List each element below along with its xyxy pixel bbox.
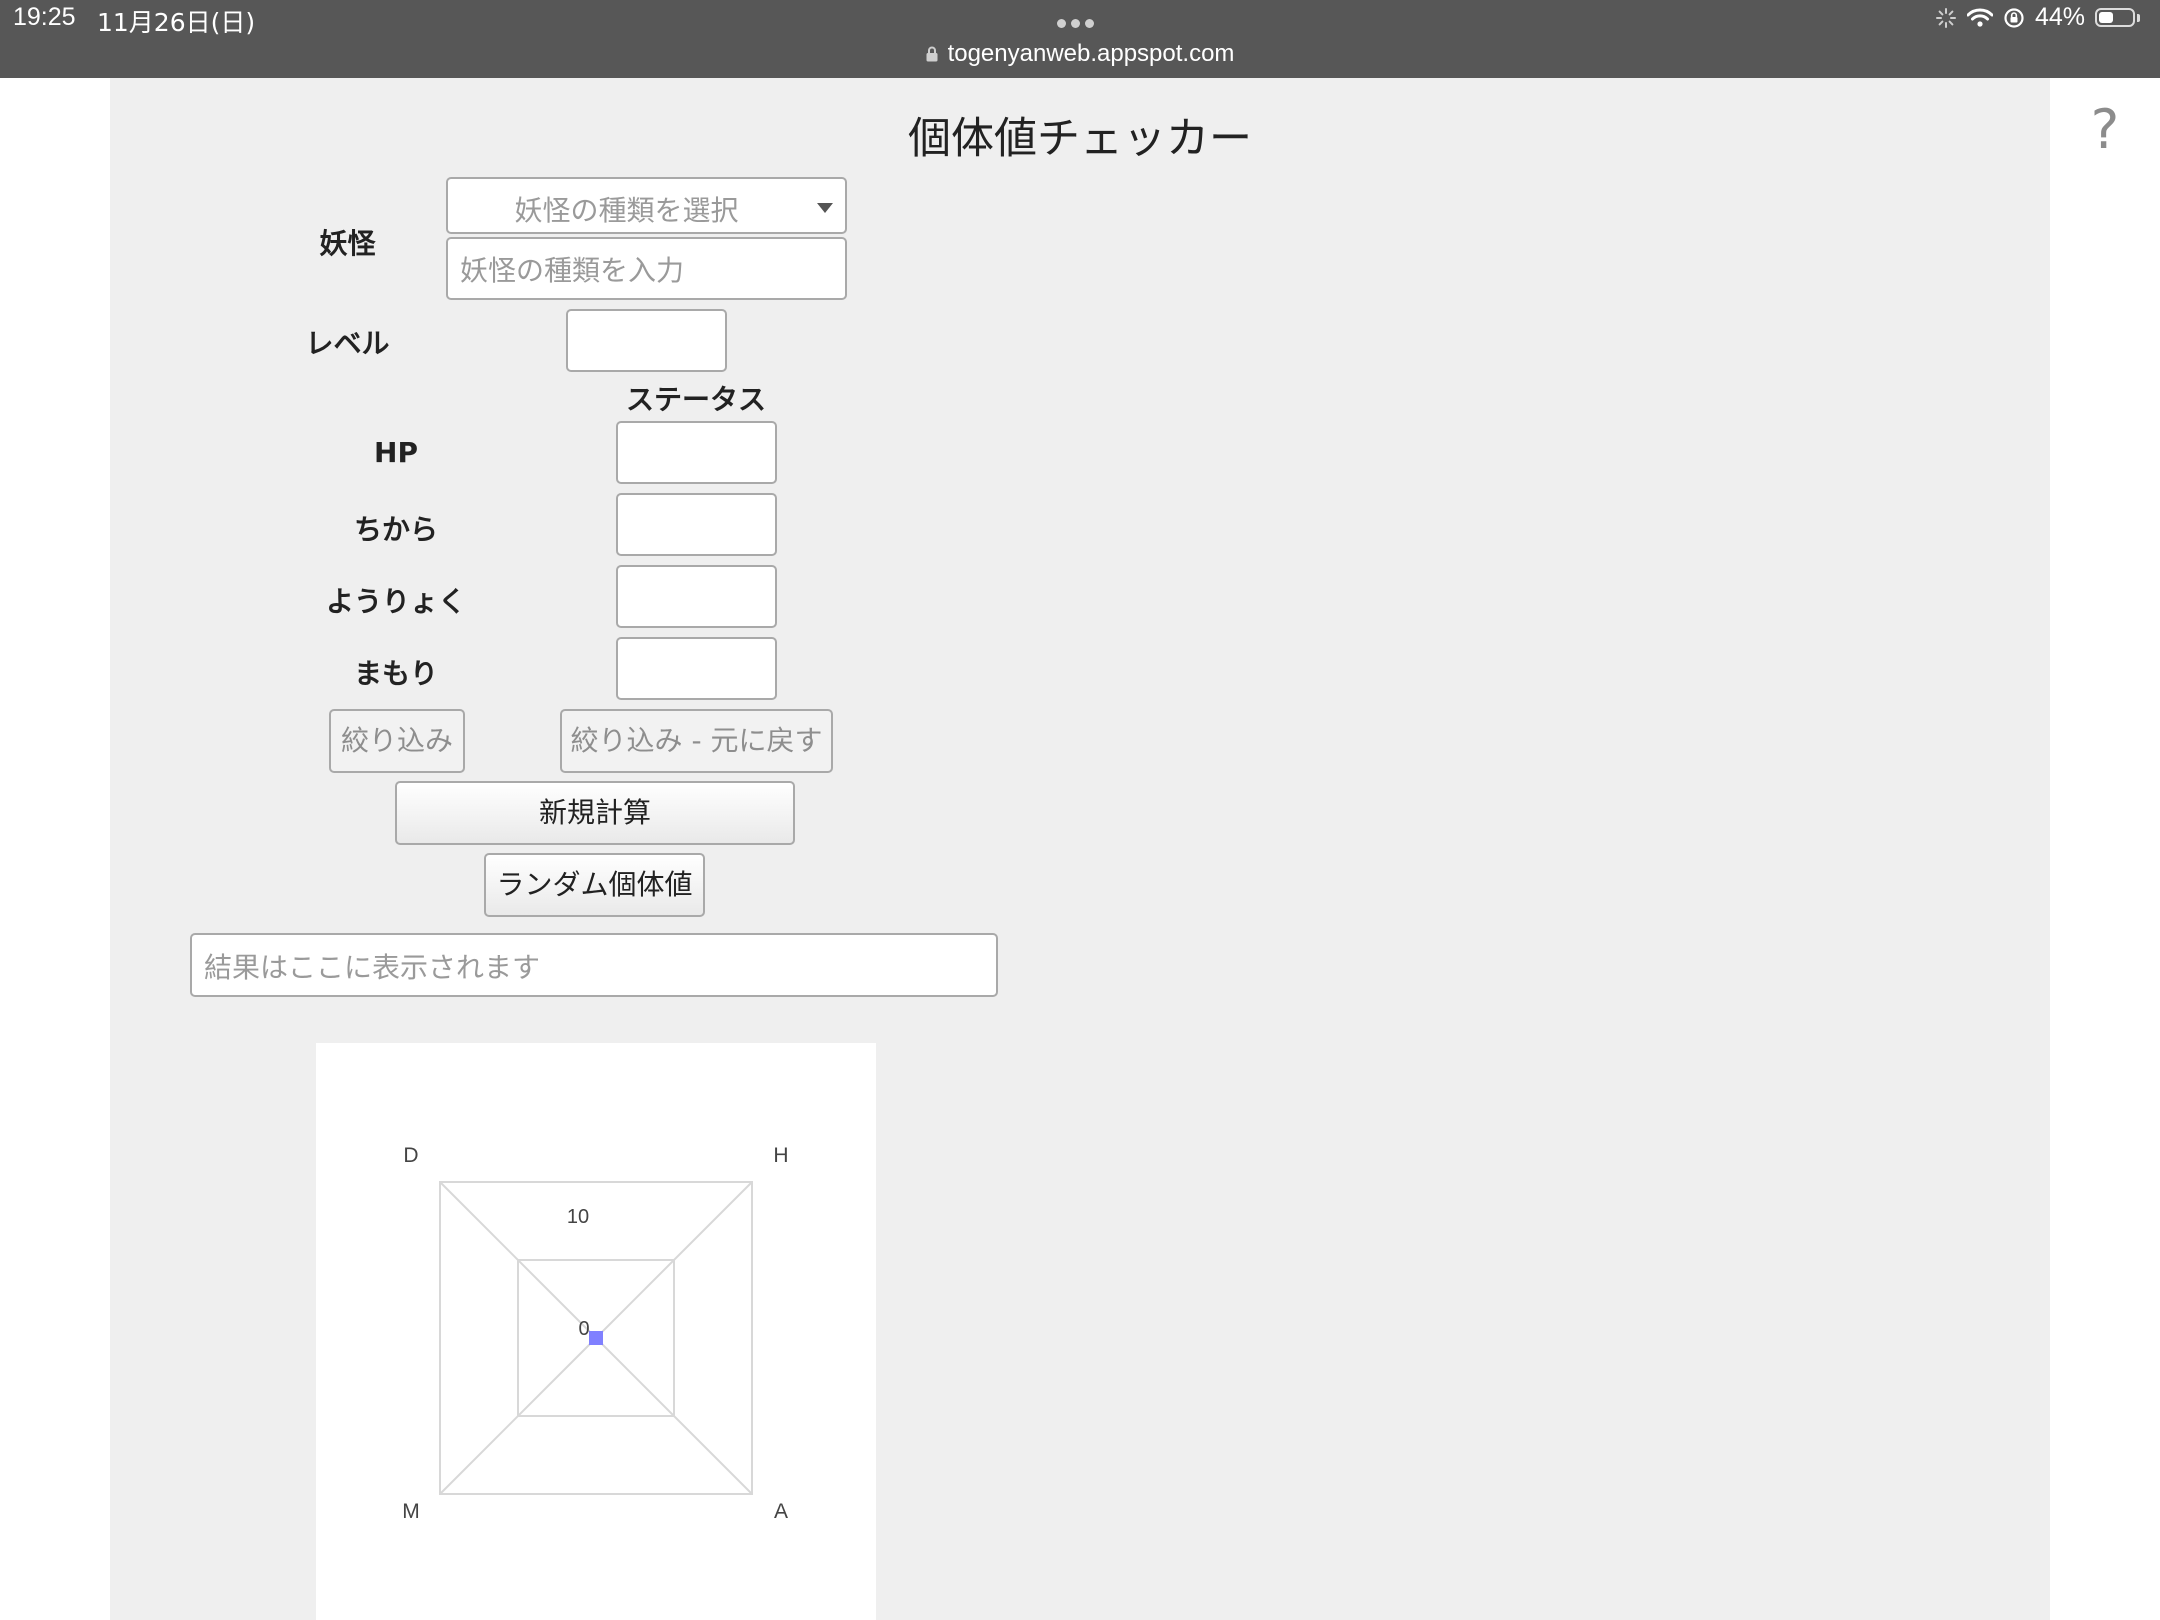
stat-input-chikara[interactable] — [616, 493, 777, 556]
status-indicators: 44% — [1935, 3, 2140, 32]
new-calc-button[interactable]: 新規計算 — [395, 781, 795, 845]
youkai-type-select[interactable]: 妖怪の種類を選択 — [446, 177, 847, 234]
radar-chart: H A M D 0 10 — [402, 1144, 788, 1523]
status-time: 19:25 — [13, 3, 76, 31]
youkai-label: 妖怪 — [319, 227, 376, 260]
status-bar: 19:25 11月26日(日) togenyanweb.appspot.com — [0, 0, 2160, 78]
url-text: togenyanweb.appspot.com — [947, 40, 1235, 67]
battery-percent: 44% — [2034, 3, 2085, 31]
chevron-down-icon — [817, 203, 833, 213]
result-placeholder: 結果はここに表示されます — [204, 951, 541, 984]
help-icon[interactable]: ? — [2085, 100, 2125, 160]
stat-input-hp[interactable] — [616, 421, 777, 484]
battery-icon — [2095, 8, 2135, 27]
radar-point-D — [589, 1331, 603, 1345]
url-bar[interactable]: togenyanweb.appspot.com — [0, 40, 2160, 68]
page-title: 個体値チェッカー — [908, 114, 1252, 164]
filter-reset-button[interactable]: 絞り込み - 元に戻す — [560, 709, 833, 773]
status-header: ステータス — [625, 383, 766, 416]
radar-axis-label-M: M — [402, 1500, 420, 1523]
youkai-select-placeholder: 妖怪の種類を選択 — [514, 194, 739, 227]
radar-ring-label-0: 0 — [578, 1318, 589, 1340]
status-date: 11月26日(日) — [97, 8, 256, 37]
stat-label-youryoku: ようりょく — [325, 585, 466, 618]
battery-tip — [2137, 13, 2140, 22]
radar-axis-label-D: D — [403, 1144, 418, 1167]
more-dots-icon[interactable] — [1057, 13, 1099, 32]
stat-label-hp: HP — [374, 436, 418, 469]
stat-label-chikara: ちから — [353, 513, 438, 546]
radar-axis-label-H: H — [773, 1144, 788, 1167]
loading-spinner-icon — [1935, 7, 1956, 28]
stat-label-mamori: まもり — [353, 657, 438, 690]
youkai-input-placeholder: 妖怪の種類を入力 — [460, 254, 685, 287]
level-label: レベル — [305, 327, 390, 360]
radar-axis-label-A: A — [774, 1500, 788, 1523]
rotation-lock-icon — [2004, 7, 2024, 28]
random-iv-button[interactable]: ランダム個体値 — [484, 853, 705, 917]
stat-input-youryoku[interactable] — [616, 565, 777, 628]
level-input[interactable] — [566, 309, 727, 372]
lock-icon — [926, 46, 938, 62]
stat-input-mamori[interactable] — [616, 637, 777, 700]
result-field[interactable]: 結果はここに表示されます — [190, 933, 998, 997]
filter-button[interactable]: 絞り込み — [329, 709, 465, 773]
radar-chart-panel: H A M D 0 10 — [316, 1043, 876, 1620]
radar-ring-label-10: 10 — [567, 1206, 589, 1228]
youkai-type-input[interactable]: 妖怪の種類を入力 — [446, 237, 847, 300]
wifi-icon — [1966, 8, 1993, 27]
